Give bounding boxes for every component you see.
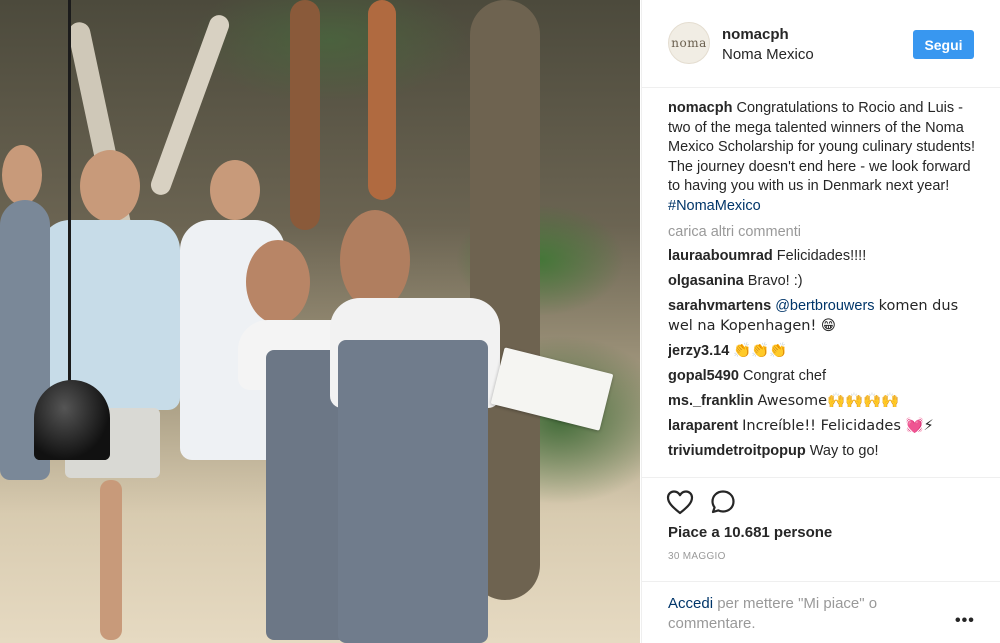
post-username[interactable]: nomacph xyxy=(722,26,789,43)
likes-count[interactable]: Piace a 10.681 persone xyxy=(668,524,832,541)
post-location[interactable]: Noma Mexico xyxy=(722,46,814,63)
comment-item: gopal5490 Congrat chef xyxy=(668,367,978,387)
tree-trunk xyxy=(368,0,396,200)
person-far-left xyxy=(0,140,50,560)
comment-text: Felicidades!!!! xyxy=(776,248,867,265)
post-actions: Piace a 10.681 persone 30 MAGGIO Accedi … xyxy=(642,477,1000,643)
tree-trunk xyxy=(290,0,320,230)
comment-item: triviumdetroitpopup Way to go! xyxy=(668,442,978,462)
pendant-lamp xyxy=(34,380,110,460)
comment-text: Awesome🙌🙌🙌🙌 xyxy=(757,393,900,410)
comment-item: lauraaboumrad Felicidades!!!! xyxy=(668,247,978,267)
load-more-comments-link[interactable]: carica altri commenti xyxy=(668,223,978,243)
comment-username[interactable]: ms._franklin xyxy=(668,393,753,409)
add-comment-section: Accedi per mettere "Mi piace" o commenta… xyxy=(642,581,1000,643)
comment-text: Bravo! :) xyxy=(747,273,803,290)
login-prompt: Accedi per mettere "Mi piace" o commenta… xyxy=(668,594,938,634)
comment-text: Way to go! xyxy=(809,443,879,460)
comment-item: laraparent Increíble!! Felicidades 💓⚡ xyxy=(668,417,978,437)
comment-text: 👏👏👏 xyxy=(733,343,788,360)
heart-outline-icon[interactable] xyxy=(666,489,694,515)
avatar-logo-text: noma xyxy=(671,36,707,50)
comment-item: jerzy3.14 👏👏👏 xyxy=(668,342,978,362)
comment-username[interactable]: triviumdetroitpopup xyxy=(668,443,806,459)
comment-item: olgasanina Bravo! :) xyxy=(668,272,978,292)
comment-text: Increíble!! Felicidades 💓⚡ xyxy=(742,418,934,435)
caption-username[interactable]: nomacph xyxy=(668,100,732,116)
ellipsis-icon[interactable]: ••• xyxy=(955,612,975,630)
post-details-panel: noma nomacph Noma Mexico Segui nomacph C… xyxy=(641,0,1000,643)
comments-list[interactable]: nomacph Congratulations to Rocio and Lui… xyxy=(668,99,978,477)
comment-username[interactable]: lauraaboumrad xyxy=(668,248,773,264)
avatar[interactable]: noma xyxy=(668,22,710,64)
comment-username[interactable]: laraparent xyxy=(668,418,738,434)
comment-item: sarahvmartens @bertbrouwers komen dus we… xyxy=(668,297,978,336)
winner-luis xyxy=(330,210,510,643)
comment-username[interactable]: olgasanina xyxy=(668,273,744,289)
comment-mention[interactable]: @bertbrouwers xyxy=(775,298,874,314)
speech-bubble-icon[interactable] xyxy=(710,489,736,515)
post-caption: nomacph Congratulations to Rocio and Lui… xyxy=(668,99,978,217)
comment-username[interactable]: gopal5490 xyxy=(668,368,739,384)
comment-text: Congrat chef xyxy=(742,368,826,385)
comment-item: ms._franklin Awesome🙌🙌🙌🙌 xyxy=(668,392,978,412)
post-photo[interactable] xyxy=(0,0,640,643)
caption-hashtag[interactable]: #NomaMexico xyxy=(668,198,761,214)
lamp-cord xyxy=(68,0,71,382)
follow-button[interactable]: Segui xyxy=(913,30,974,59)
comment-username[interactable]: sarahvmartens xyxy=(668,298,771,314)
post-header: noma nomacph Noma Mexico Segui xyxy=(642,0,1000,88)
comment-username[interactable]: jerzy3.14 xyxy=(668,343,729,359)
login-link[interactable]: Accedi xyxy=(668,595,713,612)
post-date[interactable]: 30 MAGGIO xyxy=(668,551,726,562)
